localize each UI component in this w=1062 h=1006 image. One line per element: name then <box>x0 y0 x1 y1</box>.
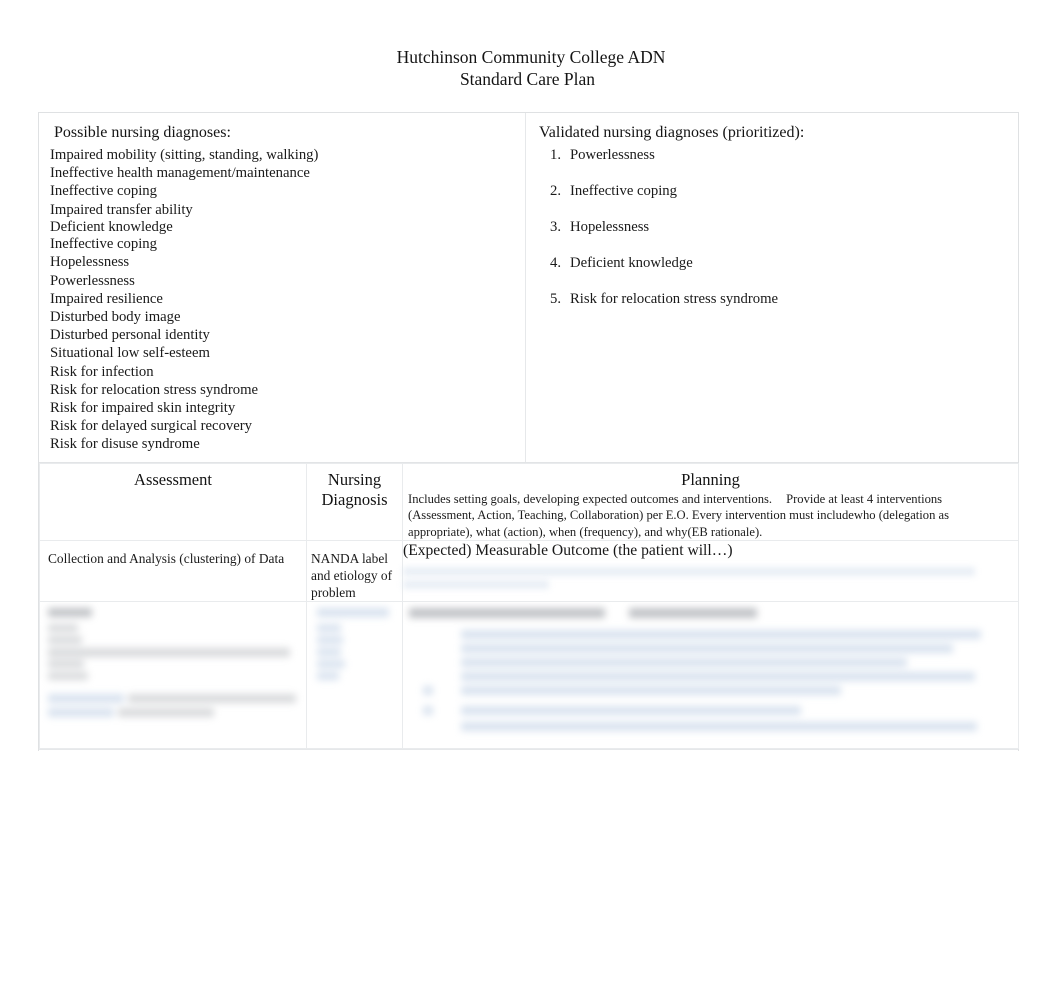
planning-description-part-10: (EB rationale). <box>687 524 763 539</box>
column-header-nursing-diagnosis-line1: Nursing <box>327 469 382 489</box>
list-item: Hopelessness <box>50 254 130 271</box>
list-item: Ineffective coping <box>50 236 157 253</box>
list-item-number: 2. <box>549 183 561 199</box>
list-item: Risk for impaired skin integrity <box>50 400 236 417</box>
list-item: Deficient knowledge <box>50 218 173 235</box>
list-item-number: 3. <box>549 219 561 235</box>
table-content-row <box>39 601 1019 750</box>
title-line-2: Standard Care Plan <box>459 68 596 89</box>
list-item: 1. Powerlessness <box>539 146 1006 164</box>
care-plan-sheet: Possible nursing diagnoses: Impaired mob… <box>38 112 1019 752</box>
assessment-subheader: Collection and Analysis (clustering) of … <box>48 551 285 567</box>
assessment-header-cell: Assessment <box>39 462 307 542</box>
list-item-number: 4. <box>549 255 561 271</box>
column-header-nursing-diagnosis-line2: Diagnosis <box>321 489 388 509</box>
list-item: 5. Risk for relocation stress syndrome <box>539 290 1006 308</box>
table-subheader-row: Collection and Analysis (clustering) of … <box>39 540 1019 603</box>
list-item: Ineffective health management/maintenanc… <box>50 165 310 182</box>
list-item: Impaired transfer ability <box>50 201 193 218</box>
planning-header-cell: Planning Includes setting goals, develop… <box>402 462 1019 542</box>
list-item-label: Deficient knowledge <box>570 255 693 271</box>
list-item-label: Risk for relocation stress syndrome <box>570 291 779 307</box>
list-item: Impaired mobility (sitting, standing, wa… <box>50 147 319 163</box>
page-title: Hutchinson Community College ADN Standar… <box>0 47 1062 90</box>
list-item: 4. Deficient knowledge <box>539 254 1006 272</box>
sheet-bottom-border <box>39 749 1018 752</box>
list-item-label: Hopelessness <box>570 219 650 235</box>
column-header-assessment: Assessment <box>134 469 212 489</box>
list-item: Risk for relocation stress syndrome <box>50 381 259 398</box>
nursing-diagnosis-subheader: NANDA label and etiology of problem <box>311 551 393 601</box>
planning-outcome-label: (Expected) Measurable Outcome (the patie… <box>403 542 733 560</box>
validated-diagnoses-heading: Validated nursing diagnoses (prioritized… <box>539 124 805 141</box>
redacted-content <box>41 603 306 748</box>
list-item-label: Ineffective coping <box>570 183 677 199</box>
validated-diagnoses-list: 1. Powerlessness 2. Ineffective coping 3… <box>539 146 1006 308</box>
possible-diagnoses-cell: Possible nursing diagnoses: Impaired mob… <box>39 113 526 462</box>
list-item: Powerlessness <box>50 272 135 289</box>
planning-description-part-5: what <box>475 524 501 539</box>
redacted-text <box>403 567 975 577</box>
nursing-diagnosis-content-cell <box>306 601 403 750</box>
possible-diagnoses-list: Impaired mobility (sitting, standing, wa… <box>50 146 513 454</box>
nursing-diagnosis-subheader-cell: NANDA label and etiology of problem <box>306 540 403 603</box>
list-item: 3. Hopelessness <box>539 218 1006 236</box>
planning-content-cell <box>402 601 1019 750</box>
list-item: Ineffective coping <box>50 183 157 200</box>
list-item-number: 1. <box>549 147 561 163</box>
planning-description-part-1: Includes setting goals, developing expec… <box>408 491 773 506</box>
diagnoses-band: Possible nursing diagnoses: Impaired mob… <box>39 113 1018 463</box>
list-item: 2. Ineffective coping <box>539 182 1006 200</box>
redacted-content <box>308 603 402 748</box>
column-header-planning: Planning <box>681 469 740 489</box>
possible-diagnoses-heading: Possible nursing diagnoses: <box>54 124 231 141</box>
planning-description-part-9: why <box>665 524 688 539</box>
title-line-1: Hutchinson Community College ADN <box>396 47 666 67</box>
list-item: Situational low self-esteem <box>50 345 210 362</box>
planning-description-part-7: when <box>548 524 577 539</box>
planning-description-part-8: (frequency), and <box>579 524 663 539</box>
list-item-number: 5. <box>549 291 561 307</box>
assessment-content-cell <box>39 601 307 750</box>
care-plan-table: Assessment Nursing Diagnosis Planning In… <box>39 462 1019 750</box>
planning-description-part-6: (action), <box>503 524 546 539</box>
redacted-content <box>404 603 1018 748</box>
list-item: Risk for disuse syndrome <box>50 436 200 453</box>
redacted-text <box>403 580 549 590</box>
table-header-row: Assessment Nursing Diagnosis Planning In… <box>39 462 1019 542</box>
validated-diagnoses-cell: Validated nursing diagnoses (prioritized… <box>526 113 1018 462</box>
planning-description-part-3: who <box>853 508 876 523</box>
list-item: Risk for infection <box>50 363 154 380</box>
list-item: Impaired resilience <box>50 290 163 307</box>
nursing-diagnosis-header-cell: Nursing Diagnosis <box>306 462 403 542</box>
list-item: Disturbed body image <box>50 309 181 326</box>
list-item: Risk for delayed surgical recovery <box>50 418 253 435</box>
list-item: Disturbed personal identity <box>50 327 210 344</box>
list-item-label: Powerlessness <box>570 147 655 163</box>
planning-subheader-cell: (Expected) Measurable Outcome (the patie… <box>402 540 1019 603</box>
planning-description: Includes setting goals, developing expec… <box>403 490 1018 541</box>
assessment-subheader-cell: Collection and Analysis (clustering) of … <box>39 540 307 603</box>
